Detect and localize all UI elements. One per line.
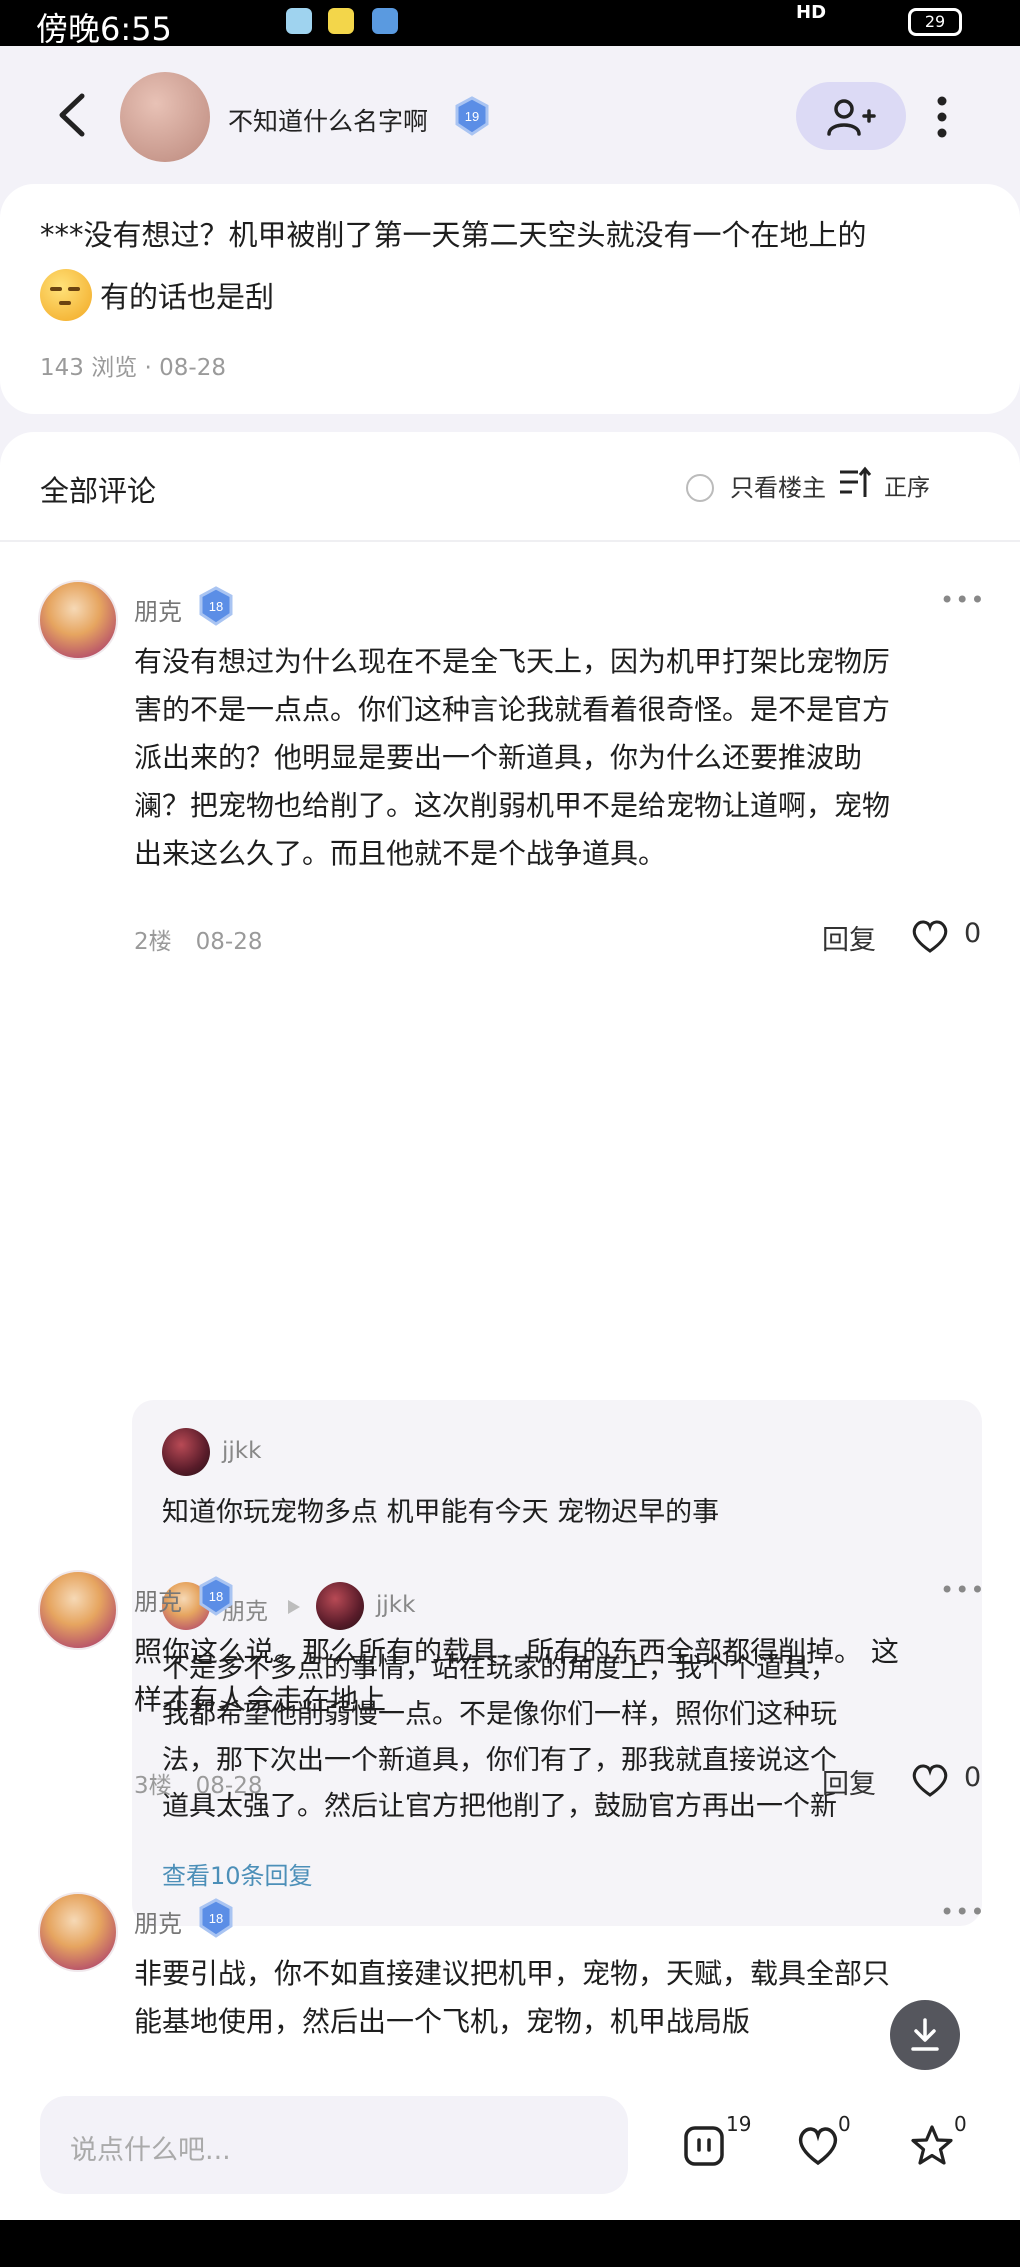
status-bar: 傍晚6:55 HD 29 bbox=[0, 0, 1020, 48]
heart-icon[interactable] bbox=[910, 918, 950, 954]
reply-button[interactable]: 回复 bbox=[822, 918, 876, 957]
level-badge-icon: 19 bbox=[455, 96, 489, 136]
sort-icon bbox=[840, 466, 872, 497]
view-count: 143 浏览 bbox=[40, 355, 138, 381]
level-badge-icon: 18 bbox=[199, 1898, 233, 1938]
svg-text:18: 18 bbox=[209, 1589, 223, 1604]
bottom-action-bar: 说点什么吧... 19 0 0 bbox=[0, 2082, 1020, 2220]
comment-meta: 3楼 08-28 bbox=[134, 1766, 262, 1800]
commenter-name[interactable]: 朋克 bbox=[134, 592, 182, 627]
more-horizontal-icon[interactable]: ••• bbox=[940, 1898, 985, 1926]
add-friend-button[interactable] bbox=[796, 82, 906, 150]
comment-text: 照你这么说。那么所有的载具，所有的东西全部都得削掉。 这 样才有人会走在地上 bbox=[134, 1635, 899, 1716]
heart-icon[interactable] bbox=[796, 2124, 840, 2168]
view-more-replies-link[interactable]: 查看10条回复 bbox=[162, 1856, 313, 1891]
avatar[interactable] bbox=[38, 1892, 118, 1972]
post-content: ***没有想过？机甲被削了第一天第二天空头就没有一个在地上的 有的话也是刮 bbox=[40, 204, 990, 328]
post-text-line: ***没有想过？机甲被削了第一天第二天空头就没有一个在地上的 bbox=[40, 218, 867, 252]
upload-notification-icon bbox=[372, 8, 398, 34]
system-nav-bar bbox=[0, 2220, 1020, 2267]
star-count: 0 bbox=[954, 2112, 967, 2136]
like-count: 0 bbox=[838, 2112, 851, 2136]
back-arrow-icon[interactable] bbox=[50, 90, 96, 140]
like-count: 0 bbox=[964, 1762, 982, 1793]
app-notification-icon bbox=[286, 8, 312, 34]
comment-meta: 2楼 08-28 bbox=[134, 922, 262, 956]
commenter-name[interactable]: 朋克 bbox=[134, 1582, 182, 1617]
comment-date: 08-28 bbox=[195, 1773, 263, 1799]
comments-title: 全部评论 bbox=[40, 474, 157, 508]
floor-number: 2楼 bbox=[134, 929, 172, 955]
avatar[interactable] bbox=[162, 1428, 210, 1476]
level-badge-text: 19 bbox=[465, 109, 479, 124]
radio-icon bbox=[686, 474, 714, 502]
post-date: 08-28 bbox=[159, 355, 226, 381]
author-avatar[interactable] bbox=[120, 72, 210, 162]
svg-text:18: 18 bbox=[209, 599, 223, 614]
status-time: 傍晚6:55 bbox=[36, 10, 172, 48]
level-badge-icon: 18 bbox=[199, 1576, 233, 1616]
author-name[interactable]: 不知道什么名字啊 bbox=[228, 102, 428, 138]
emoji-icon bbox=[40, 269, 92, 321]
comment-text: 有没有想过为什么现在不是全飞天上，因为机甲打架比宠物厉 害的不是一点点。你们这种… bbox=[134, 645, 891, 870]
avatar[interactable] bbox=[38, 1570, 118, 1650]
star-icon[interactable] bbox=[910, 2124, 954, 2168]
network-indicator: HD bbox=[796, 2, 827, 23]
add-friend-icon bbox=[827, 99, 876, 136]
post-card: ***没有想过？机甲被削了第一天第二天空头就没有一个在地上的 有的话也是刮 14… bbox=[0, 184, 1020, 414]
comment-count: 19 bbox=[726, 2112, 752, 2136]
comment-date: 08-28 bbox=[195, 929, 263, 955]
post-text-line: 有的话也是刮 bbox=[100, 280, 275, 314]
reply-text: 知道你玩宠物多点 机甲能有今天 宠物迟早的事 bbox=[162, 1497, 720, 1528]
comments-section: 全部评论 只看楼主 正序 朋克 18 ••• 有没有想过为什么现在不是全飞天上，… bbox=[0, 432, 1020, 2082]
comment-text: 非要引战，你不如直接建议把机甲，宠物，天赋，载具全部只 能基地使用，然后出一个飞… bbox=[134, 1957, 891, 2038]
download-icon bbox=[911, 2018, 939, 2051]
comment-icon[interactable] bbox=[682, 2124, 726, 2168]
post-meta: 143 浏览 · 08-28 bbox=[40, 355, 226, 381]
floor-number: 3楼 bbox=[134, 1773, 172, 1799]
app-notification-icon bbox=[328, 8, 354, 34]
more-horizontal-icon[interactable]: ••• bbox=[940, 1576, 985, 1604]
level-badge-icon: 18 bbox=[199, 586, 233, 626]
more-vertical-icon[interactable] bbox=[936, 96, 948, 138]
more-horizontal-icon[interactable]: ••• bbox=[940, 586, 985, 614]
only-op-toggle[interactable]: 只看楼主 bbox=[686, 468, 826, 503]
avatar[interactable] bbox=[316, 1582, 364, 1630]
comment-input[interactable]: 说点什么吧... bbox=[40, 2096, 628, 2194]
commenter-name[interactable]: 朋克 bbox=[134, 1904, 182, 1939]
sort-order-button[interactable]: 正序 bbox=[840, 466, 930, 502]
battery-icon: 29 bbox=[908, 8, 962, 36]
like-count: 0 bbox=[964, 918, 982, 949]
heart-icon[interactable] bbox=[910, 1762, 950, 1798]
svg-text:18: 18 bbox=[209, 1911, 223, 1926]
reply-button[interactable]: 回复 bbox=[822, 1762, 876, 1801]
reply-author-name[interactable]: jjkk bbox=[222, 1438, 261, 1464]
play-triangle-icon bbox=[288, 1600, 300, 1614]
avatar[interactable] bbox=[38, 580, 118, 660]
reply-target-name[interactable]: jjkk bbox=[376, 1592, 415, 1618]
top-header: 不知道什么名字啊 19 bbox=[0, 46, 1020, 184]
download-button[interactable] bbox=[890, 2000, 960, 2070]
divider bbox=[0, 540, 1020, 542]
